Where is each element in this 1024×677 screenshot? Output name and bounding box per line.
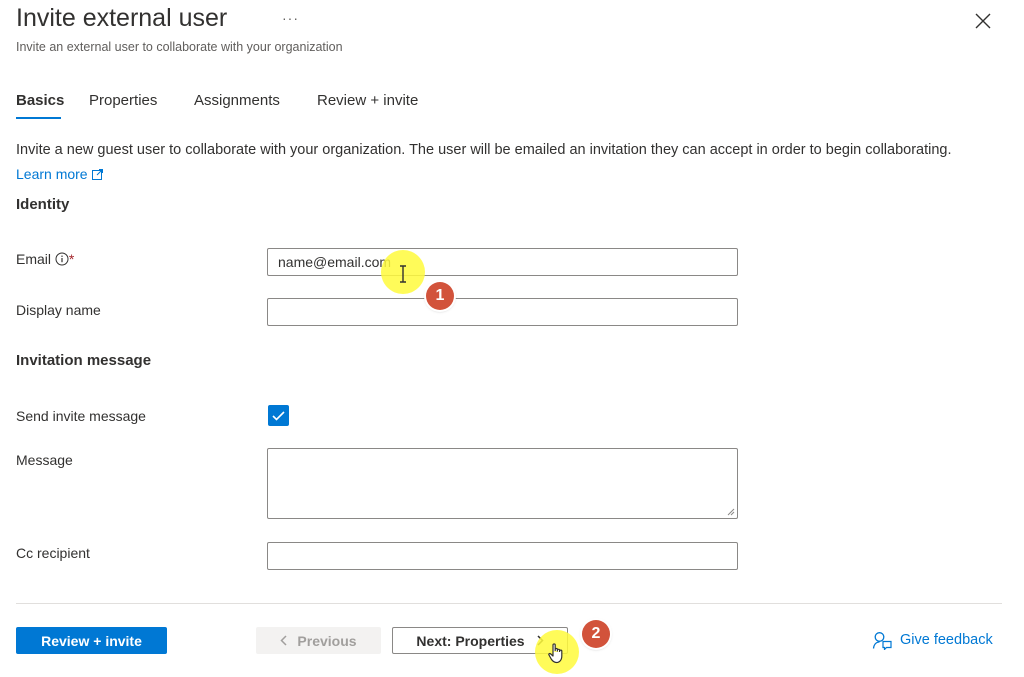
give-feedback-link[interactable]: Give feedback [872, 630, 993, 650]
resize-grip-icon[interactable] [727, 508, 735, 516]
close-icon [975, 13, 991, 29]
email-label: Email * [16, 251, 74, 267]
hand-pointer-icon [548, 643, 563, 664]
previous-button[interactable]: Previous [256, 627, 381, 654]
external-link-icon [91, 169, 103, 180]
step-marker-1: 1 [426, 282, 454, 310]
tab-basics[interactable]: Basics [16, 92, 64, 109]
text-cursor-icon [400, 265, 406, 283]
message-label: Message [16, 452, 73, 468]
footer-divider [16, 603, 1002, 604]
required-asterisk: * [68, 251, 75, 267]
info-icon[interactable] [55, 252, 69, 266]
cc-recipient-label: Cc recipient [16, 545, 90, 561]
identity-heading: Identity [16, 196, 70, 213]
cc-recipient-field[interactable] [267, 542, 738, 570]
display-name-label: Display name [16, 302, 101, 318]
active-tab-indicator [16, 117, 61, 119]
close-button[interactable] [972, 10, 994, 32]
learn-more-link[interactable]: Learn more [16, 166, 103, 182]
tab-properties[interactable]: Properties [89, 92, 157, 109]
email-field[interactable]: name@email.com [267, 248, 738, 276]
chevron-left-icon [280, 635, 287, 646]
step-marker-2: 2 [582, 620, 610, 648]
tab-review-invite[interactable]: Review + invite [317, 92, 418, 109]
invitation-heading: Invitation message [16, 352, 152, 369]
learn-more-label: Learn more [16, 166, 88, 182]
display-name-field[interactable] [267, 298, 738, 326]
next-label: Next: Properties [416, 632, 525, 649]
review-invite-button[interactable]: Review + invite [16, 627, 167, 654]
message-textarea[interactable] [267, 448, 738, 519]
more-options-button[interactable]: ··· [282, 10, 299, 26]
page-title: Invite external user [16, 4, 228, 32]
previous-label: Previous [297, 632, 357, 649]
send-invite-checkbox[interactable] [268, 405, 289, 426]
email-label-text: Email [16, 251, 52, 267]
page-subtitle: Invite an external user to collaborate w… [16, 40, 343, 54]
intro-description: Invite a new guest user to collaborate w… [16, 142, 952, 158]
send-invite-label: Send invite message [16, 408, 146, 424]
feedback-label: Give feedback [900, 632, 993, 648]
checkmark-icon [272, 410, 285, 421]
tab-assignments[interactable]: Assignments [194, 92, 280, 109]
feedback-icon [872, 632, 892, 650]
